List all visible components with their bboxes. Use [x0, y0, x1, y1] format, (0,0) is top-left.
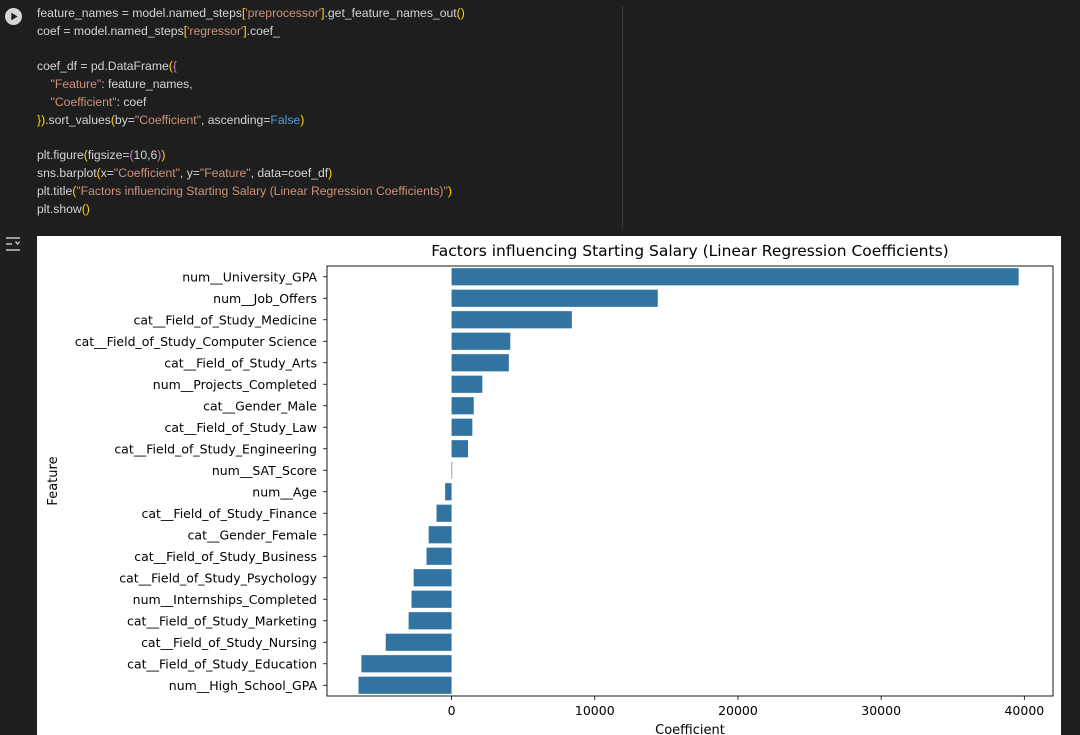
bar	[451, 354, 509, 372]
code-line: "Coefficient": coef	[50, 94, 147, 109]
plot-area-frame	[326, 265, 1054, 697]
x-tick-label: 10000	[575, 703, 615, 718]
code-line: coef = model.named_steps['regressor'].co…	[37, 23, 280, 38]
bar	[385, 633, 452, 651]
plot-output: Factors influencing Starting Salary (Lin…	[37, 236, 1061, 735]
y-tick-label: cat__Field_of_Study_Arts	[164, 355, 317, 370]
bar	[408, 612, 452, 630]
x-tick-label: 30000	[861, 703, 901, 718]
play-icon	[11, 12, 18, 21]
code-line: "Feature": feature_names,	[50, 77, 193, 92]
y-tick-label: cat__Field_of_Study_Medicine	[133, 312, 317, 327]
y-tick-label: cat__Gender_Female	[188, 527, 318, 542]
bar	[451, 418, 473, 436]
y-axis-label: Feature	[46, 456, 61, 505]
y-tick-label: num__High_School_GPA	[169, 678, 318, 693]
y-tick-label: cat__Field_of_Study_Finance	[142, 506, 318, 521]
bar	[451, 440, 469, 458]
code-line: sns.barplot(x="Coefficient", y="Feature"…	[37, 166, 333, 181]
code-line: plt.show()	[37, 201, 90, 216]
x-tick-label: 20000	[718, 703, 758, 718]
bar	[451, 311, 572, 329]
y-tick-label: cat__Field_of_Study_Marketing	[127, 613, 317, 628]
code-line: }).sort_values(by="Coefficient", ascendi…	[37, 112, 305, 127]
bar	[411, 590, 452, 608]
bar	[426, 547, 452, 565]
y-tick-label: cat__Field_of_Study_Psychology	[119, 570, 317, 585]
bar	[451, 397, 474, 415]
y-tick-label: cat__Field_of_Study_Engineering	[114, 441, 317, 456]
y-tick-label: cat__Field_of_Study_Education	[127, 656, 317, 671]
x-tick-label: 0	[448, 703, 456, 718]
output-collapse-icon[interactable]	[5, 237, 21, 251]
bar	[451, 461, 453, 479]
y-tick-label: num__Projects_Completed	[153, 377, 317, 392]
cell-output: Factors influencing Starting Salary (Lin…	[0, 228, 1080, 735]
y-tick-label: num__Internships_Completed	[133, 592, 317, 607]
y-tick-label: num__Job_Offers	[213, 291, 317, 306]
y-tick-label: num__SAT_Score	[212, 463, 317, 478]
bar	[436, 504, 452, 522]
code-cell[interactable]: feature_names = model.named_steps['prepr…	[0, 0, 1080, 228]
y-tick-label: cat__Field_of_Study_Business	[134, 549, 317, 564]
bar	[451, 289, 658, 307]
y-tick-label: num__Age	[252, 484, 317, 499]
y-tick-label: cat__Field_of_Study_Law	[164, 420, 317, 435]
code-editor[interactable]: feature_names = model.named_steps['prepr…	[28, 4, 622, 224]
code-line: coef_df = pd.DataFrame({	[37, 59, 177, 74]
editor-ruler	[622, 6, 623, 228]
bar	[428, 526, 452, 544]
code-line: feature_names = model.named_steps['prepr…	[37, 6, 465, 20]
y-tick-label: cat__Gender_Male	[203, 398, 317, 413]
bar	[413, 569, 452, 587]
code-line: plt.title("Factors influencing Starting …	[37, 183, 452, 198]
bar	[358, 676, 452, 694]
bar-chart: Factors influencing Starting Salary (Lin…	[46, 242, 1054, 735]
y-tick-label: num__University_GPA	[182, 269, 317, 284]
x-tick-label: 40000	[1004, 703, 1044, 718]
code-text: feature_names = model.named_steps['prepr…	[37, 5, 465, 219]
y-tick-label: cat__Field_of_Study_Computer Science	[75, 334, 318, 349]
chart-title: Factors influencing Starting Salary (Lin…	[431, 242, 948, 260]
bar	[445, 483, 452, 501]
bar	[451, 332, 511, 350]
x-axis-label: Coefficient	[655, 723, 725, 735]
code-line: plt.figure(figsize=(10,6))	[37, 148, 166, 163]
bar	[361, 655, 452, 673]
bar	[451, 375, 483, 393]
bar	[451, 268, 1019, 286]
run-cell-button[interactable]	[5, 8, 22, 25]
y-tick-label: cat__Field_of_Study_Nursing	[141, 635, 317, 650]
